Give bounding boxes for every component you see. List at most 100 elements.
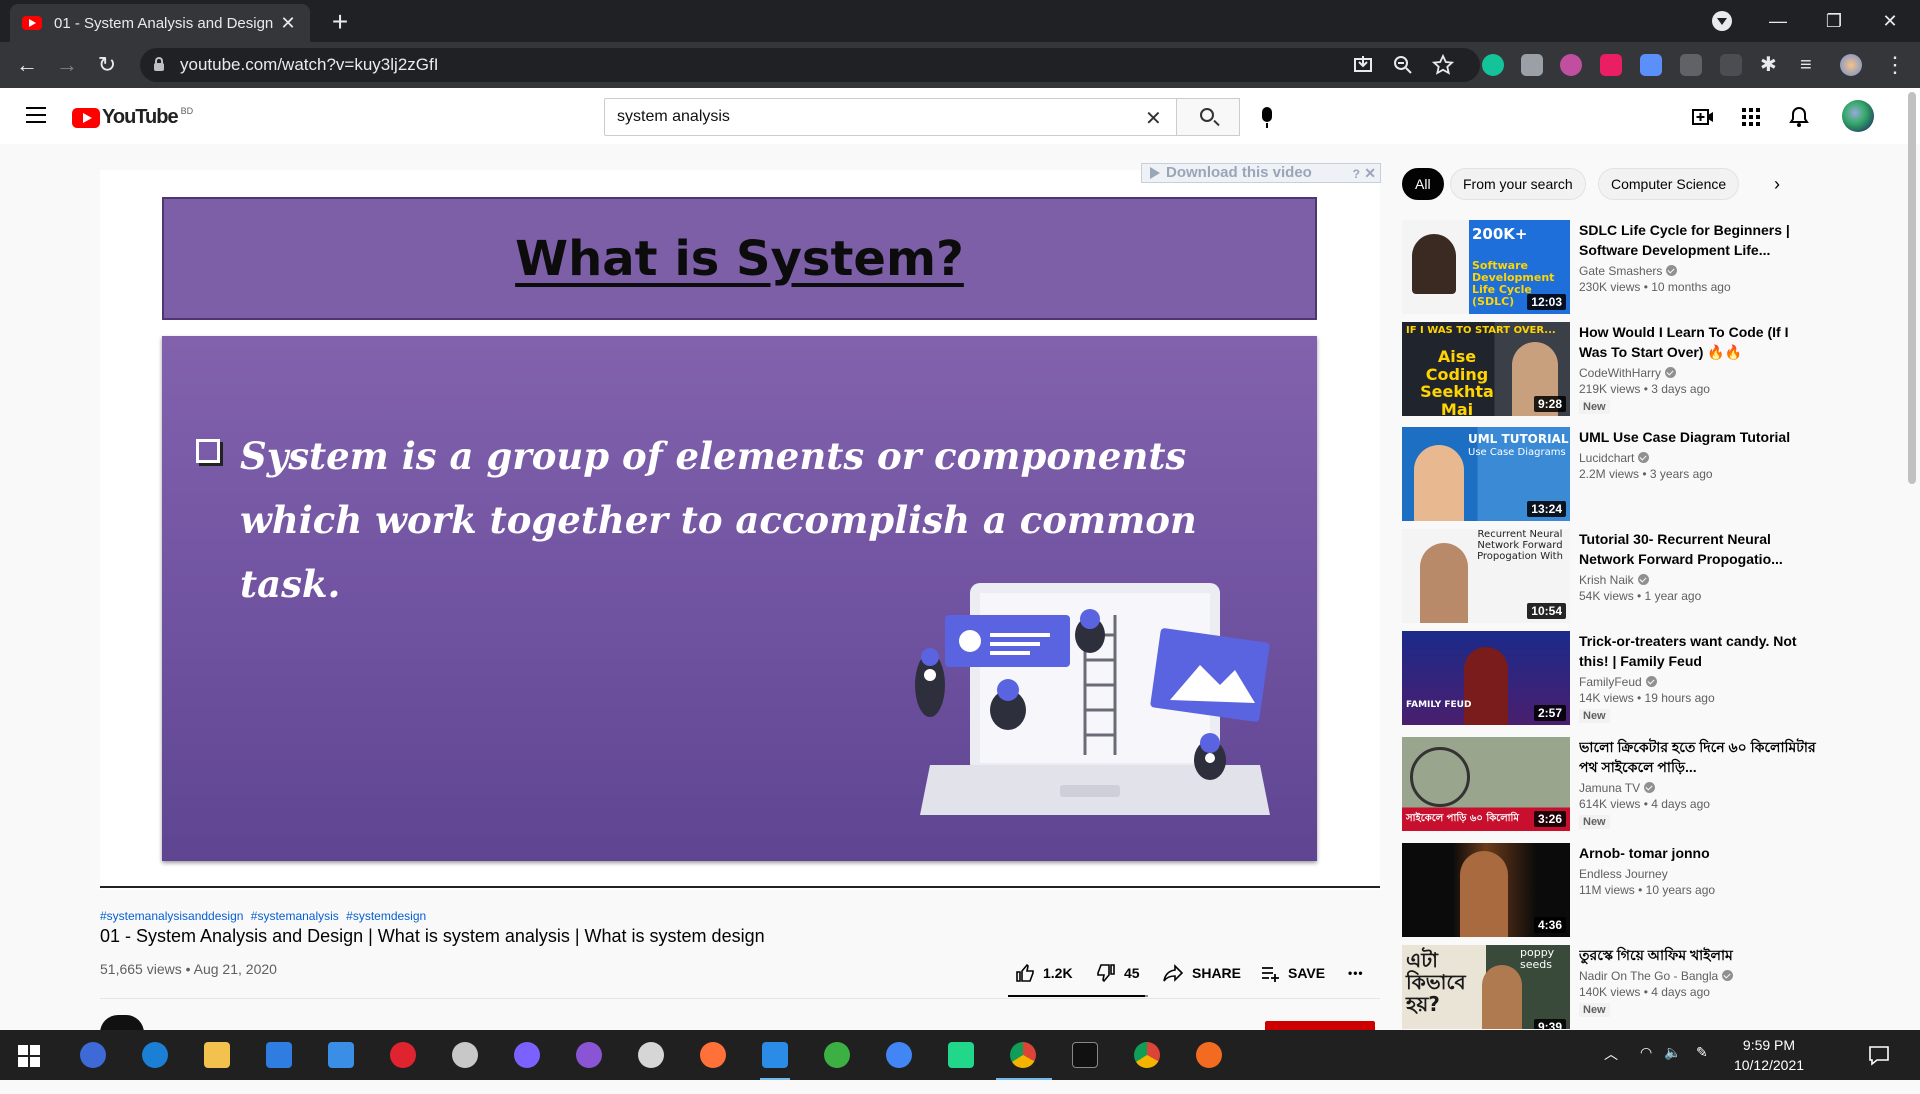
chrome-profile-avatar[interactable]	[1840, 54, 1862, 76]
reload-icon[interactable]: ↻	[92, 50, 122, 80]
user-avatar[interactable]	[1842, 100, 1874, 132]
video-thumbnail[interactable]: FAMILY FEUD 2:57	[1402, 631, 1570, 725]
channel-name[interactable]: Lucidchart	[1579, 451, 1634, 465]
recommendation-item[interactable]: UML TUTORIAL Use Case Diagrams 13:24 UML…	[1402, 427, 1822, 523]
network-icon[interactable]: ◠	[1640, 1044, 1652, 1094]
satellite-app-icon[interactable]	[452, 1042, 478, 1068]
edge-dev-icon[interactable]	[824, 1042, 850, 1068]
video-thumbnail[interactable]: 4:36	[1402, 843, 1570, 937]
tray-chevron-icon[interactable]: ︿	[1604, 1044, 1618, 1094]
tab-close-icon[interactable]: ✕	[278, 13, 298, 34]
like-button[interactable]: 1.2K	[1015, 963, 1073, 983]
opera-icon[interactable]	[390, 1042, 416, 1068]
chip-from-your-search[interactable]: From your search	[1450, 168, 1586, 200]
notification-center-icon[interactable]	[1868, 1044, 1890, 1066]
clear-search-icon[interactable]: ✕	[1145, 106, 1162, 131]
channel-name[interactable]: Endless Journey	[1579, 867, 1668, 881]
apps-grid-icon[interactable]	[1740, 106, 1762, 128]
channel-name[interactable]: Gate Smashers	[1579, 264, 1662, 278]
minimize-icon[interactable]: —	[1750, 11, 1806, 32]
postman-icon[interactable]	[1196, 1042, 1222, 1068]
video-thumbnail[interactable]: UML TUTORIAL Use Case Diagrams 13:24	[1402, 427, 1570, 521]
menu-icon[interactable]	[26, 107, 46, 123]
channel-name[interactable]: Krish Naik	[1579, 573, 1634, 587]
tab-search-icon[interactable]	[1712, 11, 1732, 31]
recommendation-title[interactable]: ভালো ক্রিকেটার হতে দিনে ৬০ কিলোমিটার পথ …	[1579, 737, 1819, 777]
video-thumbnail[interactable]: 200K+ Software Development Life Cycle (S…	[1402, 220, 1570, 314]
address-bar[interactable]: youtube.com/watch?v=kuy3lj2zGfI	[140, 48, 1480, 82]
page-scrollbar[interactable]	[1908, 92, 1916, 484]
messenger-icon[interactable]	[514, 1042, 540, 1068]
channel-name[interactable]: CodeWithHarry	[1579, 366, 1661, 380]
paint-icon[interactable]	[638, 1042, 664, 1068]
firefox-icon[interactable]	[700, 1042, 726, 1068]
pycharm-icon[interactable]	[948, 1042, 974, 1068]
qbittorrent-icon[interactable]	[80, 1042, 106, 1068]
create-video-icon[interactable]	[1692, 106, 1714, 128]
video-thumbnail[interactable]: Recurrent Neural Network Forward Propoga…	[1402, 529, 1570, 623]
recommendation-item[interactable]: IF I WAS TO START OVER... Aise Coding Se…	[1402, 322, 1822, 418]
microphone-icon[interactable]	[1262, 107, 1272, 128]
browser-tab[interactable]: 01 - System Analysis and Design ✕	[10, 4, 310, 42]
save-button[interactable]: SAVE	[1260, 963, 1325, 983]
install-app-icon[interactable]	[1352, 54, 1374, 76]
store-icon[interactable]	[266, 1042, 292, 1068]
recommendation-title[interactable]: SDLC Life Cycle for Beginners | Software…	[1579, 220, 1819, 260]
channel-name[interactable]: Nadir On The Go - Bangla	[1579, 969, 1718, 983]
pen-workspace-icon[interactable]: ✎	[1696, 1044, 1708, 1094]
recommendation-item[interactable]: এটা কিভাবে হয়? poppy seeds 9:39 তুরস্কে…	[1402, 945, 1822, 1029]
search-button[interactable]	[1176, 98, 1240, 136]
more-actions-icon[interactable]: •••	[1348, 966, 1364, 980]
grammarly-extension-icon[interactable]	[1482, 54, 1504, 76]
recommendation-title[interactable]: Tutorial 30- Recurrent Neural Network Fo…	[1579, 529, 1819, 569]
video-progress-bar[interactable]	[100, 886, 1380, 888]
windows-start-icon[interactable]	[18, 1045, 40, 1067]
search-input[interactable]: system analysis	[604, 98, 1176, 136]
video-thumbnail[interactable]: এটা কিভাবে হয়? poppy seeds 9:39	[1402, 945, 1570, 1029]
chrome-profile-icon[interactable]	[1134, 1042, 1160, 1068]
video-thumbnail[interactable]: IF I WAS TO START OVER... Aise Coding Se…	[1402, 322, 1570, 416]
chip-all[interactable]: All	[1402, 168, 1444, 200]
chip-computer-science[interactable]: Computer Science	[1598, 168, 1740, 200]
recommendation-item[interactable]: 4:36 Arnob- tomar jonno Endless Journey …	[1402, 843, 1822, 939]
terminal-icon[interactable]	[1072, 1042, 1098, 1068]
color-extension-icon[interactable]	[1560, 54, 1582, 76]
recommendation-item[interactable]: 200K+ Software Development Life Cycle (S…	[1402, 220, 1822, 316]
hashtag-link[interactable]: #systemdesign	[346, 909, 426, 923]
download-extension-icon[interactable]	[1640, 54, 1662, 76]
chrome-dev-icon[interactable]	[886, 1042, 912, 1068]
recommendation-item[interactable]: Recurrent Neural Network Forward Propoga…	[1402, 529, 1822, 625]
forward-icon[interactable]: →	[52, 50, 82, 80]
youtube-logo[interactable]: YouTube BD	[72, 106, 193, 129]
download-video-bar[interactable]: Download this video ? ✕	[1141, 163, 1381, 183]
back-icon[interactable]: ←	[12, 50, 42, 80]
github-desktop-icon[interactable]	[576, 1042, 602, 1068]
mail-icon[interactable]	[328, 1042, 354, 1068]
hashtag-link[interactable]: #systemanalysis	[251, 909, 339, 923]
restore-icon[interactable]: ❐	[1806, 11, 1862, 32]
notifications-bell-icon[interactable]	[1788, 106, 1810, 128]
channel-name[interactable]: FamilyFeud	[1579, 675, 1642, 689]
screen-extension-icon[interactable]	[1680, 54, 1702, 76]
recommendation-title[interactable]: তুরস্কে গিয়ে আফিম খাইলাম	[1579, 945, 1819, 965]
play-extension-icon[interactable]	[1600, 54, 1622, 76]
channel-name[interactable]: Jamuna TV	[1579, 781, 1640, 795]
file-explorer-icon[interactable]	[204, 1042, 230, 1068]
volume-icon[interactable]: 🔈	[1664, 1044, 1681, 1094]
recommendation-title[interactable]: UML Use Case Diagram Tutorial	[1579, 427, 1819, 447]
vscode-icon[interactable]	[762, 1042, 788, 1068]
recommendation-item[interactable]: FAMILY FEUD 2:57 Trick-or-treaters want …	[1402, 631, 1822, 727]
chrome-menu-icon[interactable]: ⋮	[1880, 50, 1910, 80]
new-tab-icon[interactable]: +	[325, 6, 355, 38]
pen-extension-icon[interactable]	[1720, 54, 1742, 76]
dislike-button[interactable]: 45	[1096, 963, 1140, 983]
share-button[interactable]: SHARE	[1162, 963, 1241, 983]
chrome-icon[interactable]	[1010, 1042, 1036, 1068]
bookmark-star-icon[interactable]	[1432, 54, 1454, 76]
edge-icon[interactable]	[142, 1042, 168, 1068]
help-icon[interactable]: ?	[1353, 165, 1360, 183]
close-window-icon[interactable]: ✕	[1862, 11, 1918, 32]
recommendation-title[interactable]: How Would I Learn To Code (If I Was To S…	[1579, 322, 1819, 362]
reading-list-icon[interactable]: ≡	[1800, 54, 1822, 76]
system-clock[interactable]: 9:59 PM 10/12/2021	[1724, 1035, 1814, 1075]
